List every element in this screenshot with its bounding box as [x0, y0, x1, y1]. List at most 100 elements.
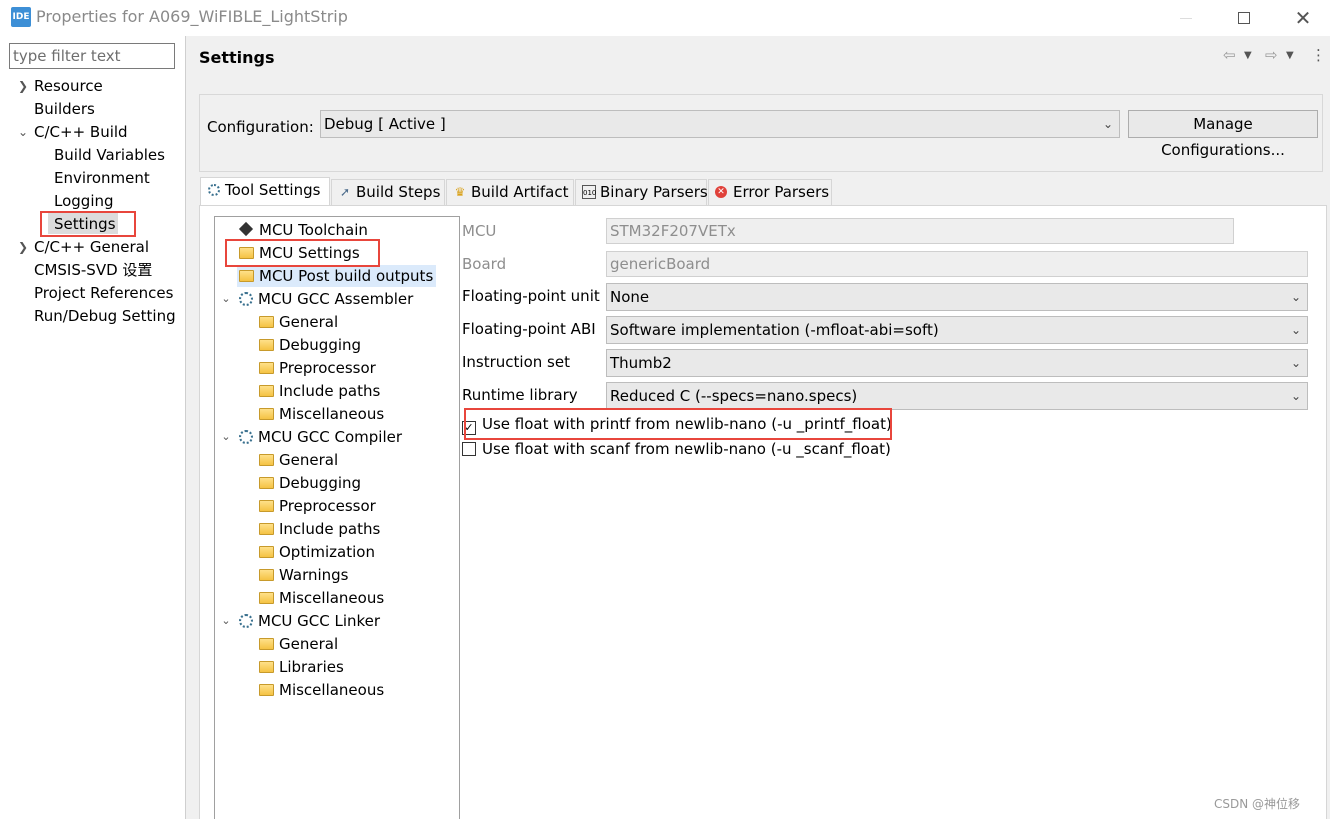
nav-item-cpp-general[interactable]: C/C++ General	[34, 236, 149, 258]
chevron-down-icon: ⌄	[1102, 117, 1113, 131]
tab-label: Build Artifact	[471, 183, 569, 201]
view-menu-icon[interactable]: ⋮	[1311, 46, 1326, 64]
printf-float-label: Use float with printf from newlib-nano (…	[482, 415, 892, 433]
chevron-right-icon[interactable]: ❯	[16, 75, 30, 97]
tree-item-label: MCU Settings	[259, 244, 360, 262]
mcu-field: STM32F207VETx	[606, 218, 1234, 244]
chevron-right-icon[interactable]: ❯	[16, 236, 30, 258]
mcu-label: MCU	[462, 222, 497, 240]
tab-tool-settings[interactable]: Tool Settings	[200, 177, 330, 205]
nav-item-build-variables[interactable]: Build Variables	[54, 144, 165, 166]
nav-item-builders[interactable]: Builders	[34, 98, 95, 120]
tree-item-label: Miscellaneous	[279, 405, 385, 423]
tree-item-linker-libraries[interactable]: Libraries	[259, 656, 344, 678]
tab-binary-parsers[interactable]: 010 Binary Parsers	[575, 179, 708, 205]
folder-icon	[259, 316, 274, 328]
folder-icon	[259, 592, 274, 604]
error-icon: ✕	[715, 186, 727, 198]
configuration-label: Configuration:	[207, 118, 314, 136]
tree-item-compiler-miscellaneous[interactable]: Miscellaneous	[259, 587, 384, 609]
scanf-float-option[interactable]: Use float with scanf from newlib-nano (-…	[462, 440, 891, 458]
folder-icon	[259, 661, 274, 673]
nav-item-project-references[interactable]: Project References	[34, 282, 173, 304]
nav-item-run-debug-setting[interactable]: Run/Debug Setting	[34, 305, 176, 327]
tree-item-label: Warnings	[279, 566, 349, 584]
instruction-set-select[interactable]: Thumb2 ⌄	[606, 349, 1308, 377]
tree-item-label: MCU GCC Assembler	[258, 290, 414, 308]
configuration-value: Debug [ Active ]	[324, 115, 446, 133]
runtime-library-select[interactable]: Reduced C (--specs=nano.specs) ⌄	[606, 382, 1308, 410]
forward-arrow-icon[interactable]: ⇨	[1265, 46, 1278, 64]
forward-dropdown-icon[interactable]: ▼	[1286, 50, 1294, 61]
scanf-float-checkbox[interactable]	[462, 442, 476, 456]
tree-item-compiler-include-paths[interactable]: Include paths	[259, 518, 380, 540]
maximize-icon	[1238, 12, 1250, 24]
tree-item-compiler-optimization[interactable]: Optimization	[259, 541, 375, 563]
back-dropdown-icon[interactable]: ▼	[1244, 50, 1252, 61]
nav-item-logging[interactable]: Logging	[54, 190, 114, 212]
tree-item-compiler-preprocessor[interactable]: Preprocessor	[259, 495, 376, 517]
tab-build-steps[interactable]: ➚ Build Steps	[331, 179, 445, 205]
tree-item-assembler-include-paths[interactable]: Include paths	[259, 380, 380, 402]
tab-error-parsers[interactable]: ✕ Error Parsers	[708, 179, 832, 205]
chevron-down-icon[interactable]: ⌄	[220, 610, 232, 632]
tree-item-assembler-miscellaneous[interactable]: Miscellaneous	[259, 403, 384, 425]
configuration-group: Configuration: Debug [ Active ] ⌄ Manage…	[199, 94, 1323, 172]
tool-settings-panel: MCU Toolchain MCU Settings MCU Post buil…	[199, 205, 1327, 819]
tree-item-mcu-toolchain[interactable]: MCU Toolchain	[238, 219, 368, 241]
tree-item-gcc-linker[interactable]: MCU GCC Linker	[239, 610, 380, 632]
tree-item-label: General	[279, 635, 339, 653]
chevron-down-icon[interactable]: ⌄	[220, 288, 232, 310]
printf-float-option[interactable]: ✓ Use float with printf from newlib-nano …	[462, 415, 892, 435]
nav-item-resource[interactable]: Resource	[34, 75, 103, 97]
chevron-down-icon[interactable]: ⌄	[16, 121, 30, 143]
close-button[interactable]: ✕	[1283, 4, 1323, 32]
printf-float-checkbox[interactable]: ✓	[462, 421, 476, 435]
tree-item-mcu-post-build-outputs[interactable]: MCU Post build outputs	[237, 265, 437, 287]
chevron-down-icon[interactable]: ⌄	[220, 426, 232, 448]
gear-icon	[239, 614, 253, 628]
gear-icon	[239, 292, 253, 306]
tree-item-compiler-warnings[interactable]: Warnings	[259, 564, 349, 586]
folder-icon	[259, 569, 274, 581]
tree-item-linker-miscellaneous[interactable]: Miscellaneous	[259, 679, 384, 701]
fpabi-select[interactable]: Software implementation (-mfloat-abi=sof…	[606, 316, 1308, 344]
tree-item-assembler-general[interactable]: General	[259, 311, 338, 333]
gear-icon	[239, 430, 253, 444]
folder-icon	[259, 408, 274, 420]
tab-build-artifact[interactable]: ♛ Build Artifact	[446, 179, 574, 205]
tab-label: Tool Settings	[225, 181, 321, 199]
nav-item-settings[interactable]: Settings	[54, 213, 116, 235]
fpu-select[interactable]: None ⌄	[606, 283, 1308, 311]
minimize-button[interactable]	[1166, 4, 1206, 32]
nav-item-cpp-build[interactable]: C/C++ Build	[34, 121, 128, 143]
configuration-select[interactable]: Debug [ Active ] ⌄	[320, 110, 1120, 138]
filter-input[interactable]	[9, 43, 175, 69]
tree-item-linker-general[interactable]: General	[259, 633, 338, 655]
tree-item-label: General	[279, 313, 339, 331]
tree-item-gcc-compiler[interactable]: MCU GCC Compiler	[239, 426, 402, 448]
tree-item-label: Include paths	[279, 382, 381, 400]
nav-item-cmsis-svd[interactable]: CMSIS-SVD 设置	[34, 259, 152, 281]
folder-icon	[259, 385, 274, 397]
tree-item-assembler-preprocessor[interactable]: Preprocessor	[259, 357, 376, 379]
folder-icon	[259, 523, 274, 535]
tree-item-compiler-general[interactable]: General	[259, 449, 338, 471]
nav-item-environment[interactable]: Environment	[54, 167, 150, 189]
fpu-value: None	[610, 288, 650, 306]
minimize-icon	[1180, 17, 1192, 19]
main-header: Settings ⇦ ▼ ⇨ ▼ ⋮	[187, 36, 1330, 78]
tree-item-assembler-debugging[interactable]: Debugging	[259, 334, 361, 356]
chip-icon	[238, 221, 254, 237]
fpu-label: Floating-point unit	[462, 287, 600, 305]
tree-item-gcc-assembler[interactable]: MCU GCC Assembler	[239, 288, 413, 310]
tree-item-mcu-settings[interactable]: MCU Settings	[239, 242, 360, 264]
chevron-down-icon: ⌄	[1290, 290, 1301, 304]
tree-item-compiler-debugging[interactable]: Debugging	[259, 472, 361, 494]
tree-item-label: Miscellaneous	[279, 589, 385, 607]
back-arrow-icon[interactable]: ⇦	[1223, 46, 1236, 64]
instruction-set-label: Instruction set	[462, 353, 570, 371]
gear-icon	[207, 183, 221, 197]
maximize-button[interactable]	[1224, 4, 1264, 32]
manage-configurations-button[interactable]: Manage Configurations...	[1128, 110, 1318, 159]
